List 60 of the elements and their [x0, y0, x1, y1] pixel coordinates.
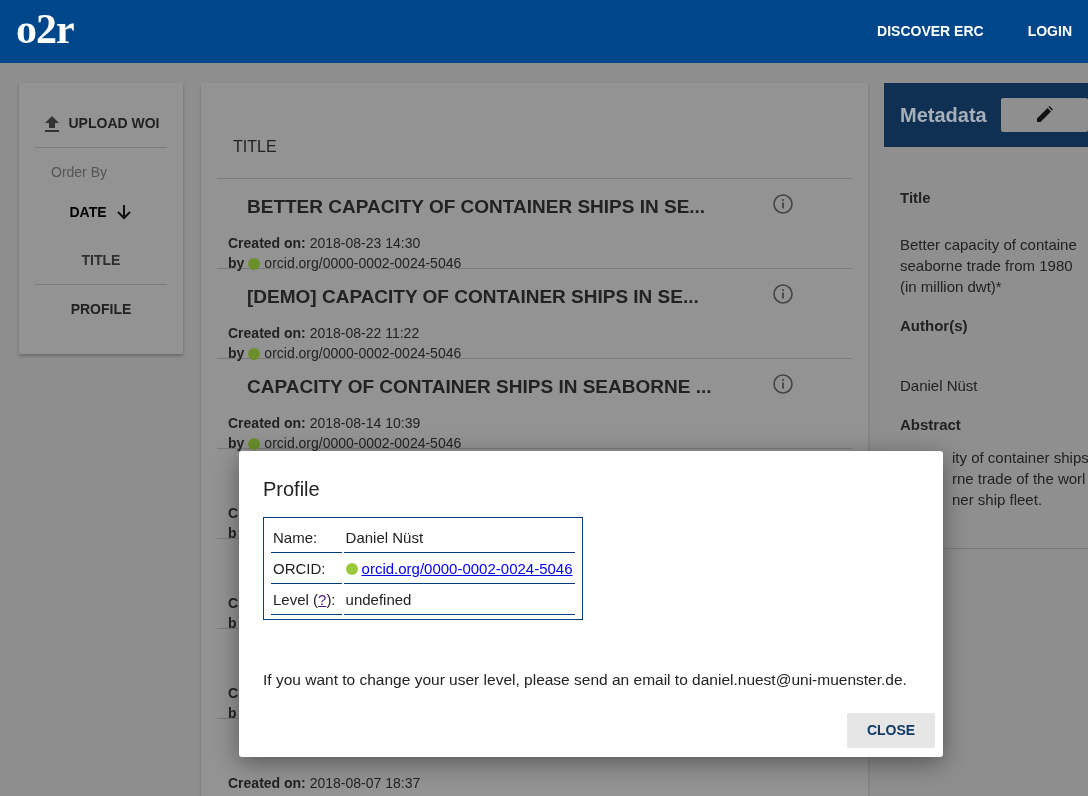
by-label: b: [228, 524, 237, 543]
section-text: ner ship fleet.: [951, 489, 1044, 510]
orcid-icon: [248, 347, 261, 360]
created-date: C: [228, 594, 239, 613]
section-heading: Title: [900, 188, 932, 208]
by-label: b: [228, 704, 237, 723]
field-label: Name:: [271, 522, 342, 553]
field-value: Daniel Nüst: [343, 522, 575, 553]
created-date: Created on: 2018-08-07 18:37: [228, 774, 421, 793]
by-label: by: [228, 434, 245, 453]
section-text: seaborne trade from 1980: [900, 255, 1074, 276]
info-icon: [773, 284, 793, 304]
dialog-title: Profile: [263, 477, 321, 501]
logo[interactable]: o2r: [16, 7, 74, 50]
orcid-icon: [345, 562, 358, 575]
edit-button[interactable]: [1000, 98, 1088, 132]
info-icon: [773, 374, 793, 394]
section-heading: Author(s): [900, 315, 969, 336]
panel-title: Metadata: [900, 103, 987, 128]
author-id: orcid.org/0000-0002-0024-5046: [264, 254, 462, 273]
section-text: Daniel Nüst: [900, 376, 979, 396]
orcid-link[interactable]: orcid.org/0000-0002-0024-5046: [361, 557, 573, 580]
orcid-icon: [248, 437, 261, 450]
created-date: C: [228, 684, 239, 703]
pencil-icon: [1034, 105, 1055, 125]
section-text: Better capacity of containe: [900, 234, 1078, 255]
created-date: Created on: 2018-08-14 10:39: [228, 414, 421, 433]
profile-button[interactable]: PROFILE: [35, 285, 167, 333]
by-label: b: [228, 614, 237, 633]
sort-option[interactable]: TITLE: [35, 236, 167, 284]
created-date: C: [228, 504, 239, 523]
section-text: ity of container ships: [951, 447, 1088, 468]
field-label: Level (?):: [271, 584, 342, 615]
by-label: by: [228, 254, 245, 273]
order-by-label: Order By: [50, 163, 108, 182]
erc-title[interactable]: [DEMO] CAPACITY OF CONTAINER SHIPS IN SE...: [247, 283, 699, 312]
author-id: orcid.org/0000-0002-0024-5046: [264, 344, 462, 363]
erc-title[interactable]: BETTER CAPACITY OF CONTAINER SHIPS IN SE...: [247, 193, 706, 222]
nav-link[interactable]: LOGIN: [1027, 21, 1072, 42]
info-icon: [773, 194, 793, 214]
close-button[interactable]: CLOSE: [847, 713, 935, 748]
help-link[interactable]: ?: [318, 591, 327, 609]
created-date: Created on: 2018-08-23 14:30: [228, 234, 421, 253]
upload-button[interactable]: UPLOAD WOI: [35, 107, 167, 139]
by-label: by: [228, 344, 245, 363]
field-value: undefined: [343, 584, 575, 615]
arrow-down-icon: [114, 203, 133, 221]
section-text: rne trade of the worl: [951, 468, 1087, 489]
nav-link[interactable]: DISCOVER ERC: [877, 21, 984, 42]
field-label: ORCID:: [271, 552, 342, 585]
section-heading: Abstract: [900, 415, 962, 435]
section-text: (in million dwt)*: [900, 276, 1003, 297]
sort-option[interactable]: DATE: [35, 188, 167, 236]
author-id: orcid.org/0000-0002-0024-5046: [264, 434, 462, 453]
created-date: Created on: 2018-08-22 11:22: [228, 324, 420, 343]
dialog-message: If you want to change your user level, please send an email to daniel.nuest@uni-muenster.de.: [263, 669, 908, 690]
orcid-icon: [248, 257, 261, 270]
column-header: TITLE: [217, 83, 852, 179]
erc-title[interactable]: CAPACITY OF CONTAINER SHIPS IN SEABORNE ...: [247, 373, 712, 402]
upload-icon: [42, 114, 61, 132]
